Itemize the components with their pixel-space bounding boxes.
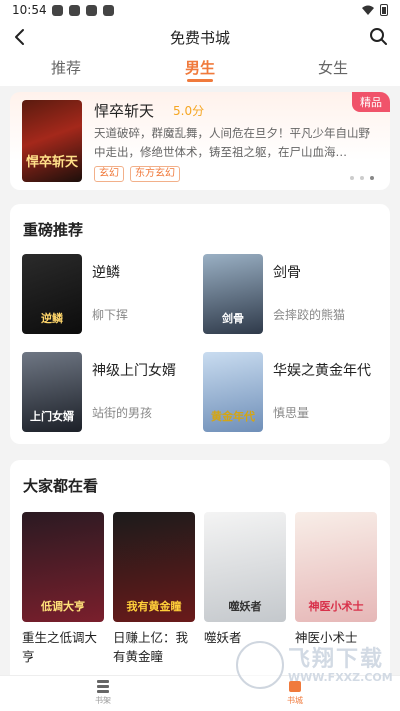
cover-title-art: 神医小术士 [308,600,364,613]
notification-icon [69,5,80,16]
book-title[interactable]: 日赚上亿：我有黄金瞳 [113,628,196,666]
notification-icon [103,5,114,16]
carousel-dot-active [370,176,374,180]
cover-title-art: 噬妖者 [228,600,262,613]
status-bar: 10:54 [0,0,400,22]
book-author: 柳下挥 [92,308,129,322]
book-author: 站街的男孩 [92,406,153,420]
cover-title-art: 悍卒斩天 [26,155,79,170]
book-title[interactable]: 神级上门女婿 [92,360,176,380]
book-title[interactable]: 剑骨 [273,262,301,282]
active-tab-indicator [187,79,213,82]
book-item[interactable]: 黄金年代 华娱之黄金年代 慎思量 [203,352,383,432]
book-item[interactable]: 剑骨 剑骨 会摔跤的熊猫 [203,254,383,334]
status-time: 10:54 [12,3,47,17]
book-cover[interactable]: 上门女婿 [22,352,82,432]
tab-recommend[interactable]: 推荐 [26,57,106,78]
book-item[interactable]: 低调大亨 重生之低调大亨 [22,512,105,666]
cover-title-art: 逆鳞 [41,312,63,325]
featured-book-description: 天道破碎，群魔乱舞，人间危在旦夕！平凡少年自山野中走出，修绝世体术，铸至祖之躯，… [94,126,370,159]
genre-chip[interactable]: 东方玄幻 [130,166,180,182]
book-cover[interactable]: 逆鳞 [22,254,82,334]
book-cover[interactable]: 噬妖者 [204,512,286,622]
featured-book-title[interactable]: 悍卒斩天 [94,100,154,121]
carousel-indicator [350,176,374,180]
recommend-section: 重磅推荐 逆鳞 逆鳞 柳下挥 剑骨 剑骨 会摔跤的熊猫 上门女婿 神级上门女婿 … [10,204,390,444]
featured-book-banner[interactable]: 精品 悍卒斩天 悍卒斩天 5.0分 天道破碎，群魔乱舞，人间危在旦夕！平凡少年自… [10,92,390,190]
featured-book-score: 5.0分 [173,104,205,118]
battery-icon [380,4,388,16]
book-cover[interactable]: 神医小术士 [295,512,377,622]
genre-chips: 玄幻 东方玄幻 [94,166,180,182]
book-author: 会摔跤的熊猫 [273,308,346,322]
watermark-url: WWW.FXXZ.COM [288,671,393,684]
book-author: 慎思量 [273,406,310,420]
book-item[interactable]: 神医小术士 神医小术士 [295,512,378,647]
book-item[interactable]: 上门女婿 神级上门女婿 站街的男孩 [22,352,202,432]
book-cover[interactable]: 低调大亨 [22,512,104,622]
premium-tag: 精品 [352,92,390,112]
nav-bar: 免费书城 [0,22,400,52]
cover-title-art: 低调大亨 [41,600,85,613]
nav-label: 书架 [95,696,111,705]
notification-icon [86,5,97,16]
watermark-text: 飞翔下载 [288,647,385,672]
book-item[interactable]: 我有黄金瞳 日赚上亿：我有黄金瞳 [113,512,196,666]
book-item[interactable]: 逆鳞 逆鳞 柳下挥 [22,254,202,334]
book-cover[interactable]: 我有黄金瞳 [113,512,195,622]
notification-icon [52,5,63,16]
bookshelf-icon [97,680,109,693]
cover-title-art: 剑骨 [222,312,244,325]
nav-bookshelf[interactable]: 书架 [73,678,133,706]
section-title: 大家都在看 [23,477,99,495]
cover-title-art: 黄金年代 [211,410,255,423]
search-icon[interactable] [368,26,388,46]
featured-book-cover[interactable]: 悍卒斩天 [22,100,82,182]
site-watermark: 飞翔下载 WWW.FXXZ.COM [236,639,393,689]
genre-chip[interactable]: 玄幻 [94,166,124,182]
book-item[interactable]: 噬妖者 噬妖者 [204,512,287,647]
watermark-logo-icon [236,641,284,689]
book-cover[interactable]: 剑骨 [203,254,263,334]
notification-icons [52,5,114,16]
book-title[interactable]: 逆鳞 [92,262,120,282]
wifi-icon [362,5,374,15]
page-title: 免费书城 [169,29,230,47]
cover-title-art: 上门女婿 [30,410,74,423]
category-tabs: 推荐 男生 女生 [0,52,400,86]
nav-label: 书城 [287,696,303,705]
system-icons [362,4,388,16]
cover-title-art: 我有黄金瞳 [126,600,182,613]
section-title: 重磅推荐 [23,221,84,239]
tab-female[interactable]: 女生 [293,57,373,78]
carousel-dot [360,176,364,180]
tab-male[interactable]: 男生 [160,57,240,78]
book-title[interactable]: 重生之低调大亨 [22,628,105,666]
book-title[interactable]: 华娱之黄金年代 [273,360,371,380]
book-cover[interactable]: 黄金年代 [203,352,263,432]
carousel-dot [350,176,354,180]
